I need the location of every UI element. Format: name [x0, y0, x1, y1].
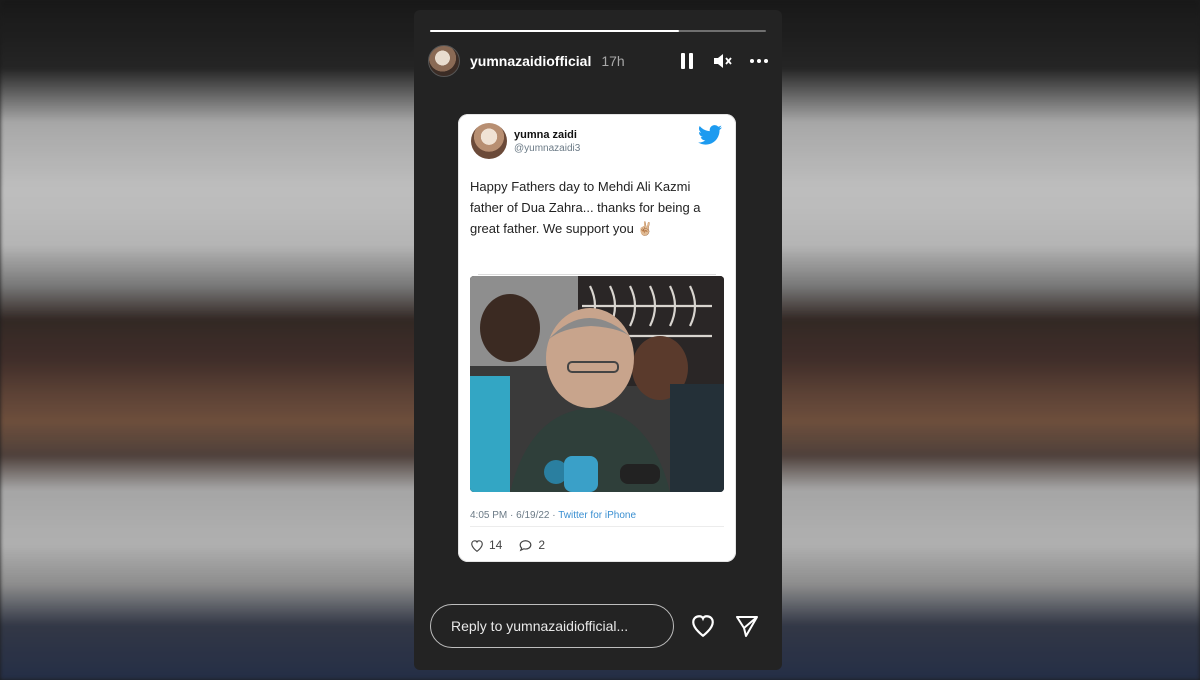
story-controls: [678, 52, 768, 70]
story-username[interactable]: yumnazaidiofficial: [470, 53, 591, 69]
tweet-likes: 14: [470, 538, 502, 552]
mute-icon[interactable]: [714, 52, 732, 70]
story-progress-fill: [430, 30, 679, 32]
like-heart-icon[interactable]: [690, 614, 716, 638]
tweet-photo[interactable]: [470, 276, 724, 492]
tweet-divider: [478, 274, 716, 275]
story-timestamp: 17h: [601, 53, 625, 69]
tweet-meta-source: Twitter for iPhone: [558, 510, 637, 521]
tweet-avatar: [471, 123, 507, 159]
tweet-author-name: yumna zaidi: [514, 129, 577, 141]
tweet-text: Happy Fathers day to Mehdi Ali Kazmi fat…: [470, 179, 701, 236]
story-header: yumnazaidiofficial 17h: [428, 44, 768, 78]
send-icon[interactable]: [734, 614, 760, 638]
pause-icon[interactable]: [678, 52, 696, 70]
reply-bubble-icon: [519, 539, 532, 551]
likes-count: 14: [489, 538, 503, 552]
avatar[interactable]: [428, 45, 460, 77]
story-progress-bar: [430, 30, 766, 32]
tweet-meta: 4:05 PM · 6/19/22 · Twitter for iPhone: [470, 510, 636, 521]
tweet-replies: 2: [518, 538, 545, 552]
heart-icon: [471, 539, 483, 552]
more-icon[interactable]: [750, 52, 768, 70]
reply-actions: [690, 614, 760, 638]
tweet-meta-time: 4:05 PM · 6/19/22 ·: [470, 510, 559, 521]
replies-count: 2: [538, 538, 546, 552]
reply-input[interactable]: Reply to yumnazaidiofficial...: [430, 604, 674, 648]
tweet-card[interactable]: yumna zaidi @yumnazaidi3 Happy Fathers d…: [458, 114, 736, 562]
twitter-bird-icon: [698, 125, 722, 145]
tweet-author-handle: @yumnazaidi3: [514, 143, 581, 154]
meta-divider: [470, 526, 724, 527]
story-viewer: yumnazaidiofficial 17h yumna zaidi @yumn…: [414, 10, 782, 670]
tweet-stats: 14 2: [470, 538, 561, 552]
